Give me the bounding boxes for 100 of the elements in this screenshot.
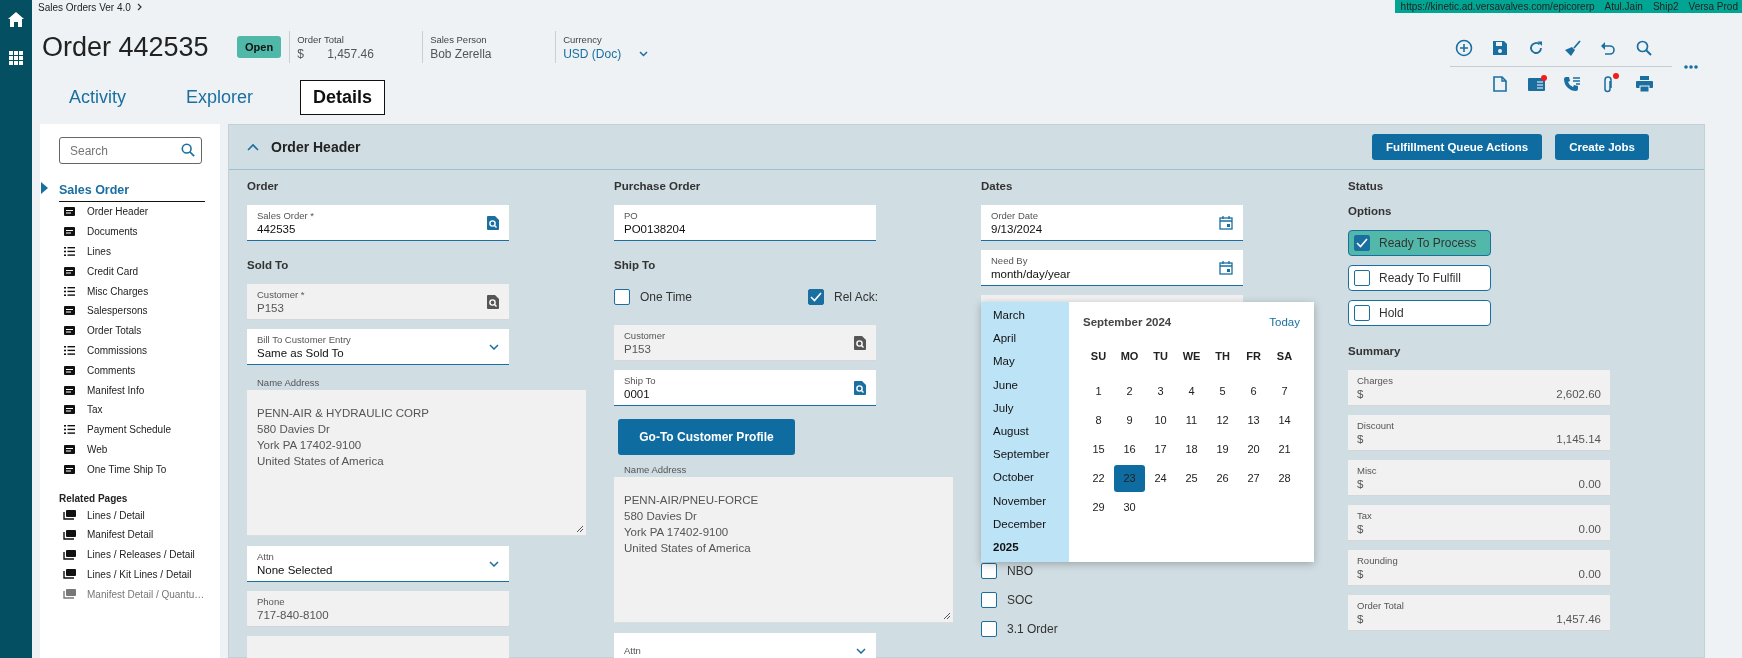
day-cell[interactable]: 4 [1176, 378, 1207, 405]
home-icon[interactable] [8, 12, 24, 27]
day-cell[interactable]: 6 [1238, 378, 1269, 405]
nav-item[interactable]: Salespersons [87, 305, 148, 317]
meta-value[interactable]: USD (Doc) [563, 46, 622, 61]
save-icon[interactable] [1492, 40, 1508, 56]
day-cell[interactable]: 11 [1176, 407, 1207, 434]
input-field[interactable]: Ship To 0001 [614, 370, 876, 406]
nav-item[interactable]: Web [87, 443, 108, 455]
day-cell[interactable]: 12 [1207, 407, 1238, 434]
nav-item[interactable]: Payment Schedule [87, 424, 171, 436]
input-field[interactable]: Customer * P153 [247, 284, 509, 320]
day-cell[interactable]: 18 [1176, 436, 1207, 463]
day-cell[interactable]: 5 [1207, 378, 1238, 405]
tab[interactable]: Details [300, 80, 386, 115]
day-cell[interactable]: 21 [1269, 436, 1300, 463]
search-icon[interactable] [181, 143, 195, 157]
year-item[interactable]: 2025 [993, 535, 1069, 560]
breadcrumb[interactable]: Sales Orders Ver 4.0 [38, 1, 131, 13]
search-field[interactable]: Search [59, 137, 202, 164]
day-cell[interactable]: 17 [1145, 436, 1176, 463]
document-search-icon[interactable] [854, 335, 866, 350]
action-button[interactable]: Create Jobs [1555, 134, 1649, 160]
undo-icon[interactable] [1600, 40, 1616, 56]
month-item[interactable]: November [993, 489, 1069, 513]
option-toggle[interactable]: Ready To Fulfill [1348, 265, 1492, 291]
more-icon[interactable] [1684, 65, 1698, 69]
nav-item[interactable]: Tax [87, 404, 103, 416]
dropdown-field[interactable]: Bill To Customer Entry Same as Sold To [247, 329, 509, 365]
add-icon[interactable] [1455, 39, 1473, 57]
input-field[interactable]: Need By month/day/year [981, 250, 1243, 286]
day-cell[interactable]: 27 [1238, 465, 1269, 492]
collapse-chevron-icon[interactable] [247, 143, 259, 151]
month-item[interactable]: September [993, 443, 1069, 467]
related-page-link[interactable]: Lines / Releases / Detail [87, 549, 195, 561]
day-cell[interactable]: 20 [1238, 436, 1269, 463]
chevron-down-icon[interactable] [489, 560, 499, 567]
day-cell[interactable]: 22 [1083, 465, 1114, 492]
month-item[interactable]: May [993, 350, 1069, 374]
day-cell[interactable]: 28 [1269, 465, 1300, 492]
resize-handle-icon[interactable] [943, 612, 950, 619]
checkbox[interactable] [808, 289, 824, 305]
option-toggle[interactable]: Hold [1348, 300, 1492, 326]
month-item[interactable]: October [993, 466, 1069, 490]
nav-item[interactable]: Order Totals [87, 325, 142, 337]
input-field[interactable]: Order Date 9/13/2024 [981, 205, 1243, 241]
day-cell[interactable]: 15 [1083, 436, 1114, 463]
month-item[interactable]: December [993, 512, 1069, 536]
nav-item[interactable]: Order Header [87, 206, 149, 218]
dropdown-field[interactable]: Attn None Selected [247, 546, 509, 582]
input-field[interactable]: Phone 717-840-8100 [247, 591, 509, 627]
checkbox[interactable] [981, 563, 997, 579]
day-cell[interactable]: 3 [1145, 378, 1176, 405]
nav-item[interactable]: Misc Charges [87, 285, 149, 297]
nav-item[interactable]: Comments [87, 364, 136, 376]
nav-item[interactable]: Credit Card [87, 265, 139, 277]
month-item[interactable]: July [993, 396, 1069, 420]
address-field[interactable]: PENN-AIR & HYDRAULIC CORP 580 Davies Dr York PA 17402-9100 United States of America [247, 390, 586, 536]
tab[interactable]: Explorer [173, 80, 267, 115]
today-link[interactable]: Today [1269, 316, 1300, 328]
day-cell[interactable]: 1 [1083, 378, 1114, 405]
day-cell[interactable]: 19 [1207, 436, 1238, 463]
day-cell[interactable]: 29 [1083, 494, 1114, 521]
input-field[interactable]: PO PO0138204 [614, 205, 876, 241]
document-search-icon[interactable] [487, 294, 499, 309]
day-cell[interactable]: 25 [1176, 465, 1207, 492]
document-icon[interactable] [1493, 76, 1507, 92]
chevron-down-icon[interactable] [639, 50, 649, 57]
action-button[interactable]: Fulfillment Queue Actions [1372, 134, 1543, 160]
nav-item[interactable]: Lines [87, 246, 111, 257]
option-toggle[interactable]: Ready To Process [1348, 230, 1492, 256]
nav-item[interactable]: Commissions [87, 344, 147, 356]
day-cell[interactable]: 16 [1114, 436, 1145, 463]
apps-grid-icon[interactable] [9, 51, 23, 65]
related-page-link[interactable]: Lines / Detail [87, 509, 145, 521]
card-icon[interactable] [1527, 77, 1545, 91]
month-item[interactable]: August [993, 419, 1069, 444]
input-field[interactable]: Customer P153 [614, 325, 876, 361]
brush-icon[interactable] [1563, 39, 1581, 57]
day-cell[interactable]: 9 [1114, 407, 1145, 434]
checkbox[interactable] [614, 289, 630, 305]
nav-item[interactable]: Manifest Info [87, 384, 145, 396]
related-page-link[interactable]: Lines / Kit Lines / Detail [87, 568, 192, 580]
related-page-link[interactable]: Manifest Detail [87, 529, 154, 541]
month-item[interactable]: June [993, 373, 1069, 397]
day-cell[interactable]: 24 [1145, 465, 1176, 492]
day-cell[interactable]: 13 [1238, 407, 1269, 434]
calendar-icon[interactable] [1219, 260, 1233, 275]
day-cell[interactable]: 30 [1114, 494, 1145, 521]
calendar-icon[interactable] [1219, 215, 1233, 230]
action-button[interactable]: Go-To Customer Profile [618, 419, 795, 455]
month-item[interactable]: April [993, 327, 1069, 351]
checkbox[interactable] [981, 592, 997, 608]
nav-section[interactable]: Sales Order [59, 183, 130, 197]
tab[interactable]: Activity [56, 80, 139, 115]
checkbox[interactable] [981, 621, 997, 637]
day-cell[interactable]: 26 [1207, 465, 1238, 492]
document-search-icon[interactable] [854, 380, 866, 395]
phone-list-icon[interactable] [1563, 76, 1581, 92]
address-field[interactable]: PENN-AIR/PNEU-FORCE 580 Davies Dr York PA 17402-9100 United States of America [614, 477, 953, 623]
